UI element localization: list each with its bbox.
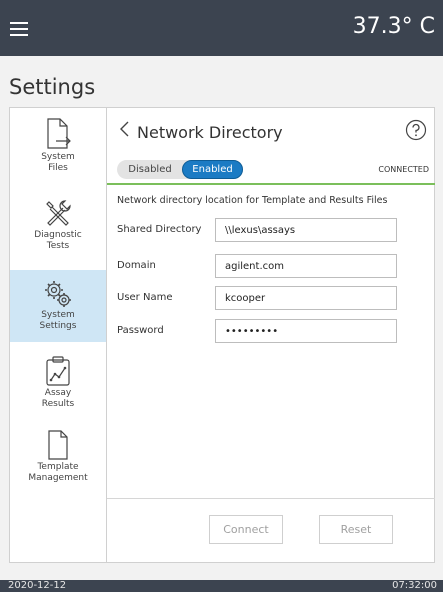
- domain-input[interactable]: [215, 254, 397, 278]
- network-directory-pane: Network Directory Disabled Enabled CONNE…: [107, 108, 435, 562]
- file-export-icon: [47, 118, 71, 149]
- document-icon: [48, 430, 68, 460]
- sidebar-item-diagnostic-tests[interactable]: Diagnostic Tests: [10, 192, 106, 260]
- settings-sidebar: System Files Diagnostic Tests System Set…: [10, 108, 107, 562]
- page-title: Settings: [9, 75, 96, 99]
- sidebar-item-system-settings[interactable]: System Settings: [10, 270, 106, 342]
- shared-directory-input[interactable]: [215, 218, 397, 242]
- sidebar-label: System: [41, 310, 75, 320]
- help-icon[interactable]: [405, 119, 427, 141]
- tools-icon: [46, 200, 71, 226]
- sidebar-label: Results: [41, 399, 75, 409]
- chart-clipboard-icon: [46, 356, 70, 386]
- sidebar-label: Files: [48, 163, 68, 173]
- gears-icon: [45, 281, 71, 307]
- connection-status: CONNECTED: [378, 165, 429, 174]
- footer-date: 2020-12-12: [8, 580, 67, 591]
- connection-toggle-row: Disabled Enabled CONNECTED: [107, 158, 435, 185]
- back-chevron-icon[interactable]: [117, 120, 131, 138]
- password-label: Password: [117, 325, 164, 336]
- content-header: Network Directory: [107, 108, 435, 153]
- top-bar: 37.3° C: [0, 0, 443, 56]
- user-name-input[interactable]: [215, 286, 397, 310]
- temperature-readout: 37.3° C: [352, 14, 435, 39]
- sidebar-label: Assay: [44, 388, 72, 398]
- sidebar-item-template-management[interactable]: Template Management: [10, 426, 106, 494]
- sidebar-label: Template: [37, 462, 79, 472]
- sidebar-item-assay-results[interactable]: Assay Results: [10, 352, 106, 418]
- settings-panel: System Files Diagnostic Tests System Set…: [9, 107, 435, 563]
- sidebar-label: Tests: [46, 241, 70, 251]
- toggle-enabled-option[interactable]: Enabled: [182, 160, 243, 179]
- domain-label: Domain: [117, 260, 156, 271]
- status-footer: 2020-12-12 07:32:00: [0, 580, 443, 592]
- connect-button[interactable]: Connect: [209, 515, 283, 544]
- footer-divider: [107, 498, 435, 499]
- content-title: Network Directory: [137, 123, 283, 142]
- reset-button[interactable]: Reset: [319, 515, 393, 544]
- sidebar-label: System: [41, 152, 75, 162]
- user-name-label: User Name: [117, 292, 173, 303]
- enable-toggle[interactable]: Disabled Enabled: [117, 160, 243, 179]
- description-text: Network directory location for Template …: [117, 195, 388, 206]
- toggle-disabled-option[interactable]: Disabled: [117, 160, 183, 179]
- footer-time: 07:32:00: [392, 580, 437, 591]
- sidebar-label: Management: [28, 473, 88, 483]
- sidebar-label: Settings: [39, 321, 77, 331]
- shared-directory-label: Shared Directory: [117, 224, 202, 235]
- password-input[interactable]: [215, 319, 397, 343]
- sidebar-label: Diagnostic: [34, 230, 82, 240]
- sidebar-item-system-files[interactable]: System Files: [10, 112, 106, 176]
- hamburger-menu-icon[interactable]: [10, 22, 28, 36]
